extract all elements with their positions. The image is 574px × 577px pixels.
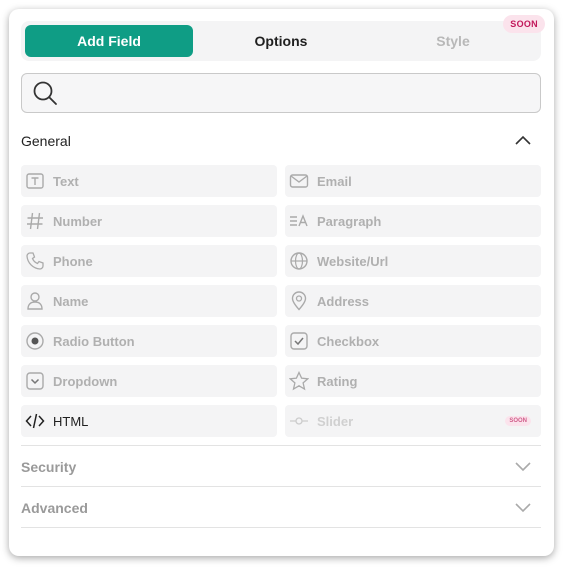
field-label: Number (53, 214, 103, 229)
tab-options[interactable]: Options (197, 25, 365, 57)
chevron-down-icon (515, 503, 531, 513)
field-label: Checkbox (317, 334, 380, 349)
phone-icon (26, 252, 44, 270)
tab-bar: Add Field Options Style SOON (21, 15, 545, 61)
field-label: Rating (317, 374, 358, 389)
search-icon (33, 81, 57, 105)
location-pin-icon (291, 291, 307, 311)
field-rating[interactable]: Rating (285, 365, 541, 397)
code-icon (25, 413, 45, 429)
globe-icon (290, 252, 308, 270)
field-website[interactable]: Website/Url (285, 245, 541, 277)
section-general-label: General (21, 133, 71, 149)
style-soon-badge: SOON (503, 15, 545, 33)
field-checkbox[interactable]: Checkbox (285, 325, 541, 357)
person-icon (27, 292, 43, 310)
field-paragraph[interactable]: Paragraph (285, 205, 541, 237)
checkbox-icon (290, 332, 308, 350)
dropdown-icon (26, 372, 44, 390)
field-label: Website/Url (317, 254, 389, 269)
field-label: Text (53, 174, 79, 189)
field-text[interactable]: Text (21, 165, 277, 197)
field-label: Name (53, 294, 89, 309)
section-security-label: Security (21, 459, 77, 475)
field-number[interactable]: Number (21, 205, 277, 237)
text-icon (26, 173, 44, 189)
paragraph-icon (290, 214, 308, 227)
section-security-header[interactable]: Security (21, 445, 541, 486)
chevron-up-icon (515, 135, 531, 145)
chevron-down-icon (515, 462, 531, 472)
field-address[interactable]: Address (285, 285, 541, 317)
star-icon (289, 371, 309, 391)
field-label: Address (317, 294, 370, 309)
field-label: Slider (317, 414, 354, 429)
section-advanced-label: Advanced (21, 500, 88, 516)
field-dropdown[interactable]: Dropdown (21, 365, 277, 397)
field-label: HTML (53, 414, 89, 429)
section-advanced-header[interactable]: Advanced (21, 486, 541, 528)
email-icon (289, 174, 309, 188)
field-label: Paragraph (317, 214, 382, 229)
field-slider[interactable]: Slider SOON (285, 405, 541, 437)
slider-soon-badge: SOON (505, 416, 531, 426)
field-name[interactable]: Name (21, 285, 277, 317)
field-label: Radio Button (53, 334, 135, 349)
field-email[interactable]: Email (285, 165, 541, 197)
field-radio-button[interactable]: Radio Button (21, 325, 277, 357)
hash-icon (27, 212, 43, 230)
field-html[interactable]: HTML (21, 405, 277, 437)
search-input[interactable] (21, 73, 541, 113)
field-label: Email (317, 174, 352, 189)
slider-icon (290, 417, 308, 425)
field-label: Dropdown (53, 374, 118, 389)
tab-add-field[interactable]: Add Field (25, 25, 193, 57)
field-phone[interactable]: Phone (21, 245, 277, 277)
radio-icon (26, 332, 44, 350)
field-label: Phone (53, 254, 93, 269)
section-general-header[interactable]: General (21, 120, 541, 160)
